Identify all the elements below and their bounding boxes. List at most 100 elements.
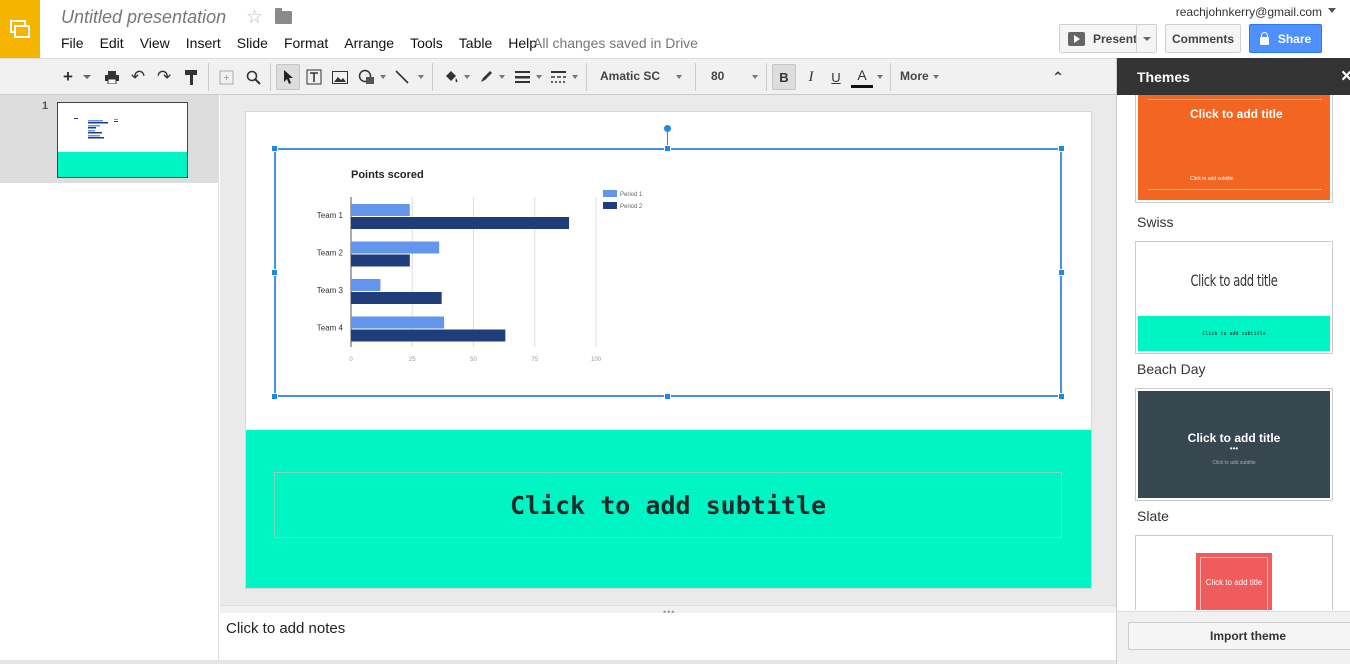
text-box-icon[interactable] [303, 64, 325, 90]
notes-resize-bar[interactable]: ••• [220, 605, 1116, 617]
theme-preview: Click to add title ••• Click to add subt… [1138, 391, 1330, 498]
import-theme-button[interactable]: Import theme [1128, 622, 1350, 650]
toolbar-divider [270, 63, 271, 91]
themes-panel: Themes × Click to add title Click to add… [1116, 58, 1350, 664]
theme-title-text: Click to add title [1190, 107, 1283, 121]
redo-icon[interactable]: ↷ [154, 64, 174, 90]
select-cursor-icon[interactable] [276, 64, 300, 90]
image-icon[interactable] [329, 64, 351, 90]
chevron-down-icon[interactable] [418, 75, 424, 79]
menu-format[interactable]: Format [276, 33, 336, 53]
resize-handle[interactable] [1058, 269, 1065, 276]
bold-button[interactable]: B [772, 64, 796, 90]
resize-handle[interactable] [664, 393, 671, 400]
save-status: All changes saved in Drive [533, 35, 698, 51]
folder-icon[interactable] [275, 8, 292, 24]
toolbar: + ↶ ↷ Amatic SC 80 B I U A More ⌃ [0, 58, 1116, 95]
chevron-down-icon[interactable] [676, 75, 682, 79]
border-dash-icon[interactable] [547, 64, 569, 90]
resize-handle[interactable] [271, 393, 278, 400]
slides-logo-icon[interactable] [0, 0, 40, 58]
document-title[interactable]: Untitled presentation [61, 7, 226, 28]
slide-thumbnail[interactable] [57, 102, 188, 178]
resize-handle[interactable] [664, 145, 671, 152]
text-color-button[interactable]: A [851, 64, 873, 88]
themes-header: Themes × [1117, 58, 1350, 95]
menu-table[interactable]: Table [451, 33, 500, 53]
underline-button[interactable]: U [825, 64, 847, 90]
lock-icon [1259, 31, 1269, 45]
menu-insert[interactable]: Insert [178, 33, 229, 53]
font-size-select[interactable]: 80 [711, 69, 724, 83]
collapse-toolbar-icon[interactable]: ⌃ [1048, 64, 1068, 90]
present-options-button[interactable] [1136, 25, 1157, 52]
chevron-down-icon[interactable] [380, 75, 386, 79]
rotate-handle[interactable] [664, 125, 671, 132]
new-slide-layout-button[interactable] [80, 64, 94, 90]
menu-slide[interactable]: Slide [229, 33, 276, 53]
theme-accent: Click to add title [1196, 553, 1272, 610]
comments-button[interactable]: Comments [1165, 24, 1241, 53]
resize-handle[interactable] [1058, 393, 1065, 400]
slide-editor: Points scored 0 25 50 75 100 Team 1 Team 2 Team … [220, 95, 1116, 605]
italic-button[interactable]: I [800, 64, 822, 90]
theme-title-text: Click to add title [1190, 271, 1278, 290]
toolbar-divider [890, 63, 891, 91]
more-button[interactable]: More [900, 69, 929, 83]
theme-coral[interactable]: Click to add title [1135, 535, 1333, 610]
account-dropdown-icon[interactable] [1328, 8, 1336, 13]
themes-list: Click to add title Click to add subtitle… [1117, 95, 1350, 610]
print-icon[interactable] [102, 64, 122, 90]
toolbar-divider [208, 63, 209, 91]
menu-file[interactable]: File [53, 33, 92, 53]
ellipsis-icon: ••• [1229, 444, 1239, 453]
theme-beach-day[interactable]: Click to add title Click to add subtitle [1135, 241, 1333, 354]
theme-slate[interactable]: Click to add title ••• Click to add subt… [1135, 388, 1333, 501]
new-slide-button[interactable]: + [57, 64, 79, 90]
zoom-fit-icon[interactable] [215, 64, 237, 90]
theme-swiss[interactable]: Click to add title Click to add subtitle [1135, 95, 1333, 203]
paint-format-icon[interactable] [181, 64, 201, 90]
border-weight-icon[interactable] [511, 64, 533, 90]
close-icon[interactable]: × [1341, 66, 1350, 88]
share-button[interactable]: Share [1249, 24, 1322, 53]
chevron-down-icon[interactable] [464, 75, 470, 79]
app-header: Untitled presentation ☆ File Edit View I… [0, 0, 1350, 58]
chart-selection-frame[interactable] [274, 148, 1062, 397]
border-color-icon[interactable] [475, 64, 497, 90]
theme-title-text: Click to add title [1187, 431, 1281, 445]
share-label: Share [1277, 31, 1312, 46]
line-icon[interactable] [391, 64, 413, 90]
slide-canvas[interactable]: Points scored 0 25 50 75 100 Team 1 Team 2 Team … [246, 112, 1091, 588]
toolbar-divider [586, 63, 587, 91]
menu-arrange[interactable]: Arrange [336, 33, 402, 53]
account-email[interactable]: reachjohnkerry@gmail.com [1176, 5, 1322, 19]
menu-tools[interactable]: Tools [402, 33, 451, 53]
resize-handle[interactable] [271, 145, 278, 152]
subtitle-placeholder[interactable]: Click to add subtitle [274, 472, 1062, 538]
chevron-down-icon[interactable] [933, 75, 939, 79]
chevron-down-icon[interactable] [877, 75, 883, 79]
speaker-notes[interactable]: Click to add notes [220, 613, 1116, 660]
resize-handle[interactable] [1058, 145, 1065, 152]
font-family-select[interactable]: Amatic SC [600, 69, 660, 83]
slide-filmstrip: 1 [0, 95, 219, 664]
zoom-icon[interactable] [242, 64, 264, 90]
toolbar-divider [432, 63, 433, 91]
fill-color-icon[interactable] [440, 64, 462, 90]
theme-name: Swiss [1137, 214, 1174, 230]
undo-icon[interactable]: ↶ [128, 64, 148, 90]
theme-preview: Click to add title Click to add subtitle [1138, 244, 1330, 351]
chevron-down-icon[interactable] [499, 75, 505, 79]
toolbar-divider [695, 63, 696, 91]
menu-edit[interactable]: Edit [92, 33, 132, 53]
shape-icon[interactable] [355, 64, 377, 90]
chevron-down-icon[interactable] [536, 75, 542, 79]
resize-handle[interactable] [271, 269, 278, 276]
notes-placeholder: Click to add notes [226, 620, 346, 637]
chevron-down-icon [1143, 36, 1151, 41]
menu-view[interactable]: View [132, 33, 178, 53]
chevron-down-icon[interactable] [572, 75, 578, 79]
chevron-down-icon[interactable] [752, 75, 758, 79]
star-icon[interactable]: ☆ [246, 6, 263, 29]
